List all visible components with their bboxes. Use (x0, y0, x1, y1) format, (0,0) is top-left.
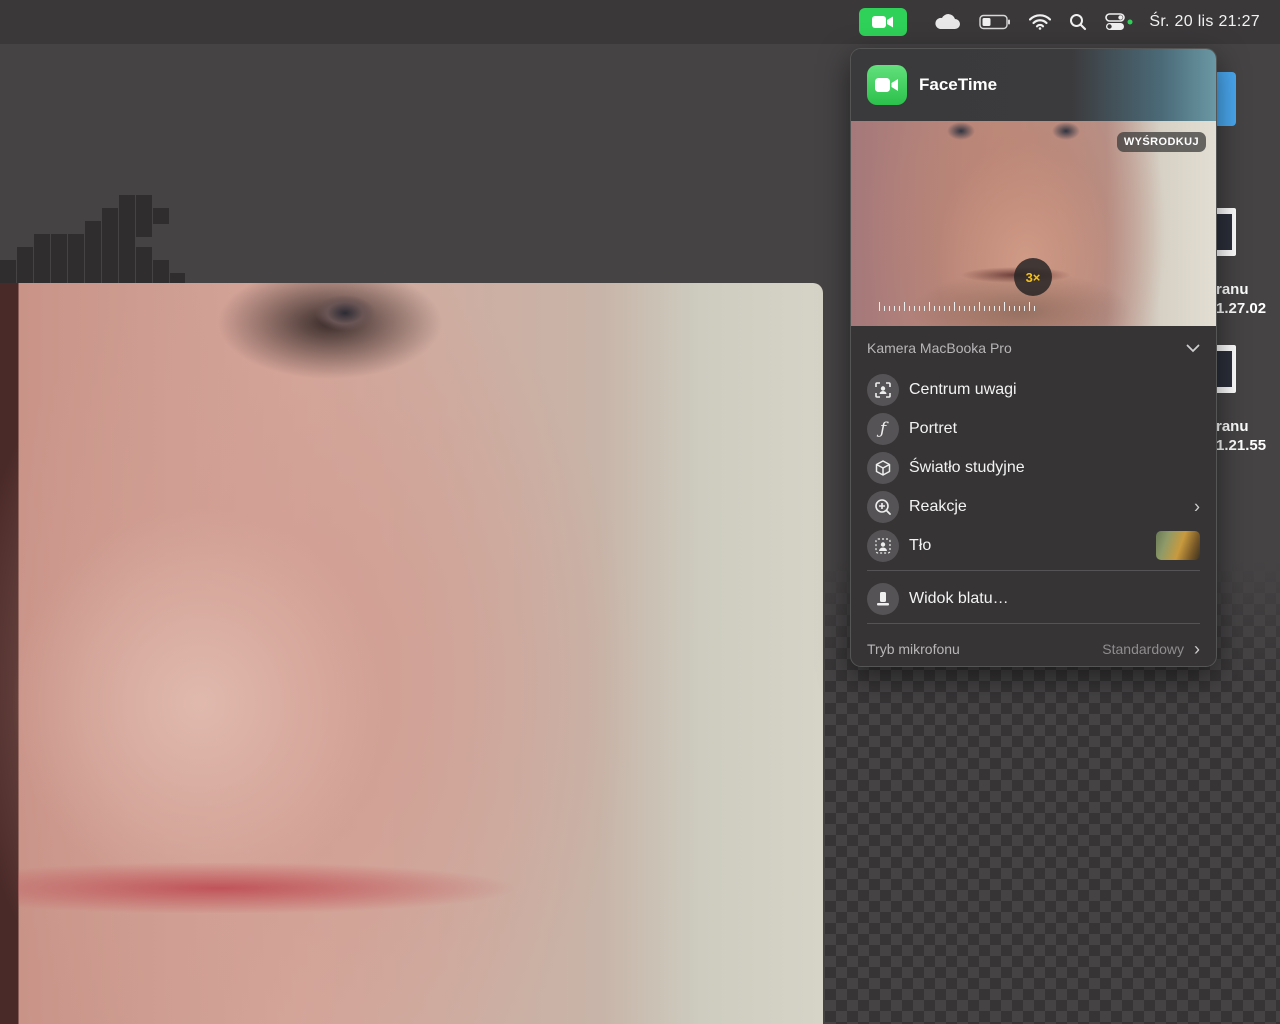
separator (867, 623, 1200, 624)
zoom-tick (894, 306, 895, 311)
zoom-tick (1014, 306, 1015, 311)
desk-view-icon (867, 582, 899, 615)
menu-item-studio-light[interactable]: Światło studyjne (851, 448, 1216, 487)
center-button[interactable]: WYŚRODKUJ (1116, 132, 1206, 152)
zoom-tick (949, 306, 950, 311)
camera-preview[interactable]: WYŚRODKUJ 3× (851, 121, 1216, 326)
menu-item-label: Centrum uwagi (909, 380, 1017, 398)
zoom-tick (1029, 302, 1030, 311)
desktop-folder-icon[interactable] (1214, 72, 1236, 126)
zoom-tick (1009, 306, 1010, 311)
preview-face-detail (1036, 121, 1096, 143)
app-title: FaceTime (919, 75, 998, 94)
zoom-tick (914, 306, 915, 311)
menu-item-label: Tło (909, 536, 932, 554)
chevron-down-icon (1186, 344, 1200, 352)
camera-selector[interactable]: Kamera MacBooka Pro (851, 326, 1216, 370)
zoom-level-badge[interactable]: 3× (1014, 258, 1052, 296)
search-icon[interactable] (1069, 13, 1087, 31)
mic-mode-value: Standardowy (1102, 641, 1184, 657)
portrait-icon: ƒ (867, 412, 899, 445)
zoom-tick (954, 302, 955, 311)
menu-item-desk-view[interactable]: Widok blatu… (851, 579, 1216, 618)
icloud-icon[interactable] (933, 13, 961, 31)
zoom-tick (984, 306, 985, 311)
zoom-tick (964, 306, 965, 311)
zoom-tick (909, 306, 910, 311)
zoom-tick (899, 306, 900, 311)
menu-bar: Śr. 20 lis 21:27 (0, 0, 1280, 44)
menu-item-center-stage[interactable]: Centrum uwagi (851, 370, 1216, 409)
zoom-tick (1034, 306, 1035, 311)
video-effects-menu: FaceTime WYŚRODKUJ 3× Kamera MacBooka Pr… (850, 48, 1217, 667)
mic-mode-label: Tryb mikrofonu (867, 641, 960, 657)
menu-item-label: Widok blatu… (909, 589, 1009, 607)
zoom-tick (889, 306, 890, 311)
zoom-tick (974, 306, 975, 311)
separator (867, 570, 1200, 571)
center-stage-icon (867, 373, 899, 406)
background-icon (867, 529, 899, 562)
wifi-icon[interactable] (1029, 14, 1052, 30)
wallpaper-pattern (0, 195, 185, 285)
video-face-detail (290, 293, 400, 333)
wallpaper-pixel (153, 208, 169, 224)
menu-item-background[interactable]: Tło (851, 526, 1216, 565)
menu-bar-clock[interactable]: Śr. 20 lis 21:27 (1149, 13, 1260, 31)
menu-item-reactions[interactable]: Reakcje › (851, 487, 1216, 526)
zoom-tick (1024, 306, 1025, 311)
facetime-app-icon (867, 65, 907, 105)
camera-label: Kamera MacBooka Pro (867, 340, 1012, 356)
menu-item-label: Reakcje (909, 497, 967, 515)
zoom-tick (1004, 302, 1005, 311)
reactions-icon (867, 490, 899, 523)
zoom-slider[interactable] (879, 301, 1039, 311)
chevron-right-icon: › (1194, 638, 1200, 659)
zoom-tick (1019, 306, 1020, 311)
zoom-tick (919, 306, 920, 311)
panel-header: FaceTime (851, 49, 1216, 121)
zoom-tick (929, 302, 930, 311)
mic-mode-row[interactable]: Tryb mikrofonu Standardowy › (851, 632, 1216, 666)
zoom-tick (969, 306, 970, 311)
zoom-tick (944, 306, 945, 311)
zoom-tick (934, 306, 935, 311)
zoom-tick (994, 306, 995, 311)
chevron-right-icon: › (1194, 496, 1200, 516)
zoom-tick (924, 306, 925, 311)
desktop-file-label[interactable]: ranu 1.27.02 (1216, 280, 1266, 318)
zoom-tick (979, 302, 980, 311)
video-face-detail (18, 863, 618, 913)
menu-item-label: Portret (909, 419, 958, 437)
zoom-tick (904, 302, 905, 311)
zoom-tick (959, 306, 960, 311)
facetime-video-window[interactable] (0, 283, 823, 1024)
wallpaper-pixel (136, 221, 152, 237)
menu-item-label: Światło studyjne (909, 458, 1025, 476)
facetime-indicator-icon[interactable] (859, 8, 908, 36)
preview-face-detail (931, 121, 991, 143)
background-thumbnail[interactable] (1156, 531, 1200, 560)
menu-item-portrait[interactable]: ƒ Portret (851, 409, 1216, 448)
zoom-tick (989, 306, 990, 311)
control-center-icon[interactable] (1105, 13, 1133, 31)
desktop-file-label[interactable]: ranu 1.21.55 (1216, 417, 1266, 455)
zoom-tick (999, 306, 1000, 311)
zoom-tick (939, 306, 940, 311)
studio-light-icon (867, 451, 899, 484)
zoom-tick (879, 302, 880, 311)
battery-icon[interactable] (979, 14, 1011, 30)
zoom-tick (884, 306, 885, 311)
